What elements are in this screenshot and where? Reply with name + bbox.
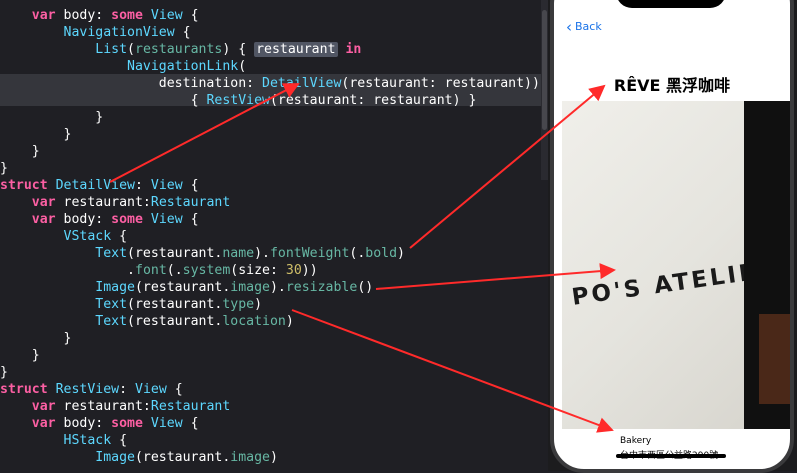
arrow-image-to-photo: [375, 263, 616, 290]
arrow-detailview-to-destination: [109, 83, 300, 183]
arrow-name-to-title: [409, 84, 606, 249]
annotation-arrows: [109, 83, 616, 433]
arrow-type-to-caption: [291, 309, 614, 433]
